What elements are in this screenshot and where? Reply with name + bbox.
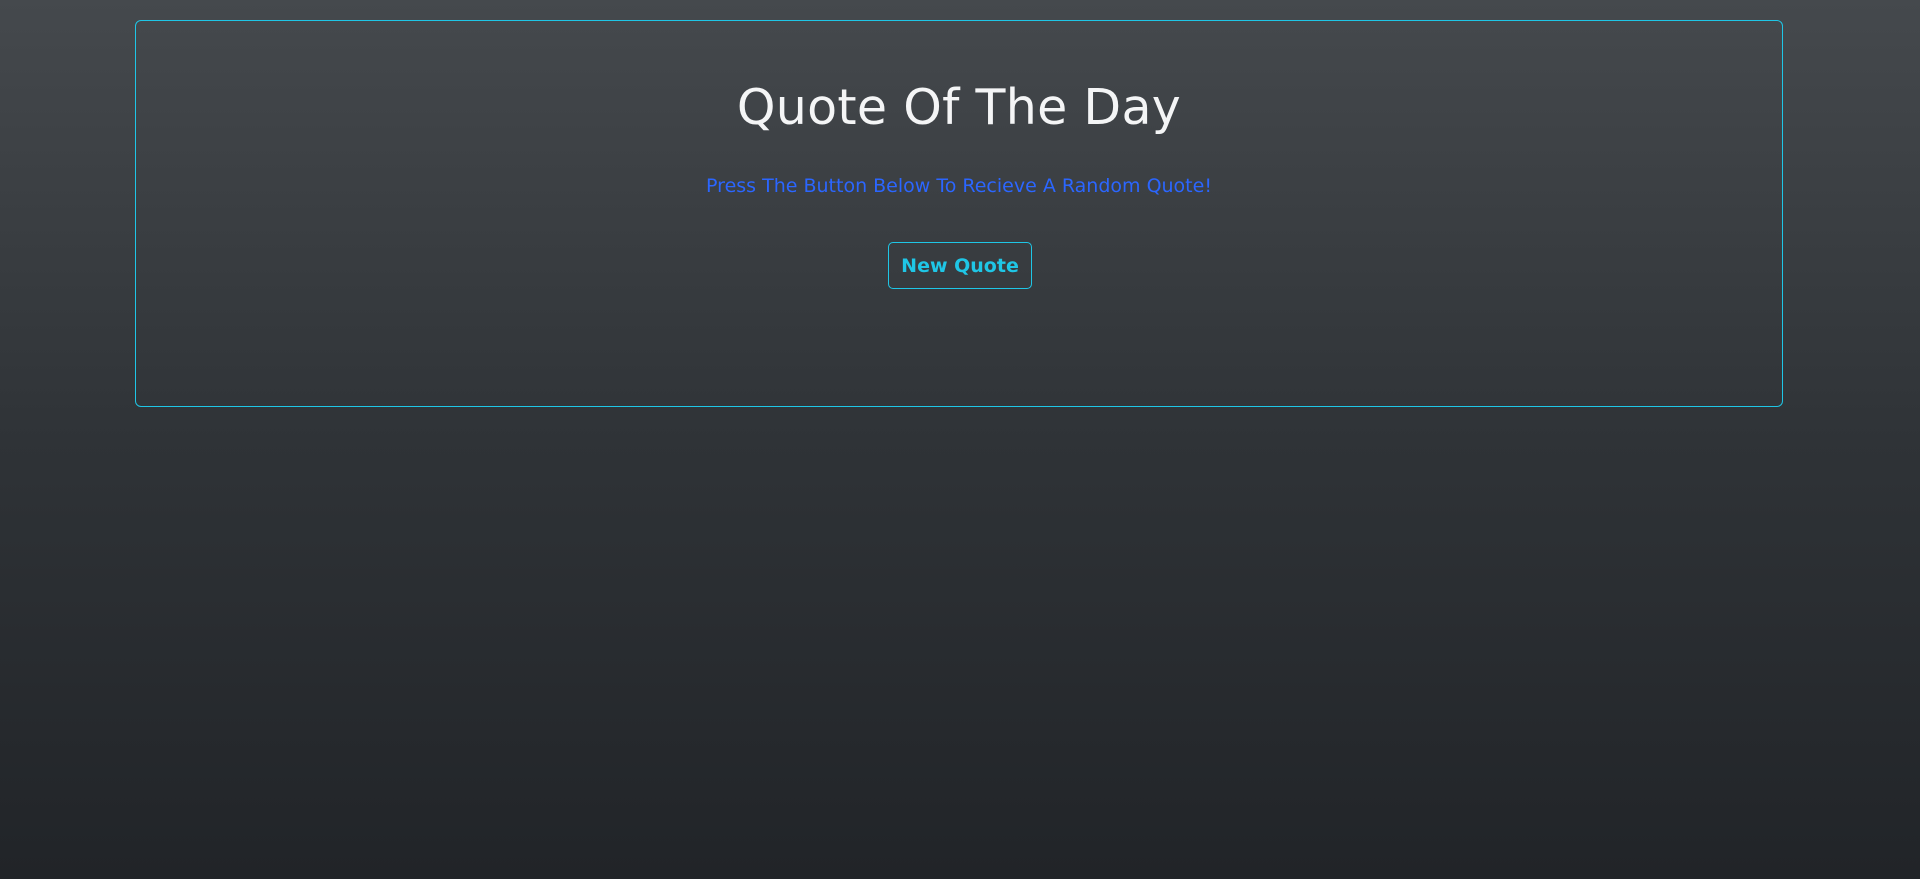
new-quote-button[interactable]: New Quote xyxy=(888,242,1032,289)
subtitle-text: Press The Button Below To Recieve A Rand… xyxy=(706,175,1212,197)
quote-card: Quote Of The Day Press The Button Below … xyxy=(135,20,1783,407)
page-title: Quote Of The Day xyxy=(736,79,1182,136)
